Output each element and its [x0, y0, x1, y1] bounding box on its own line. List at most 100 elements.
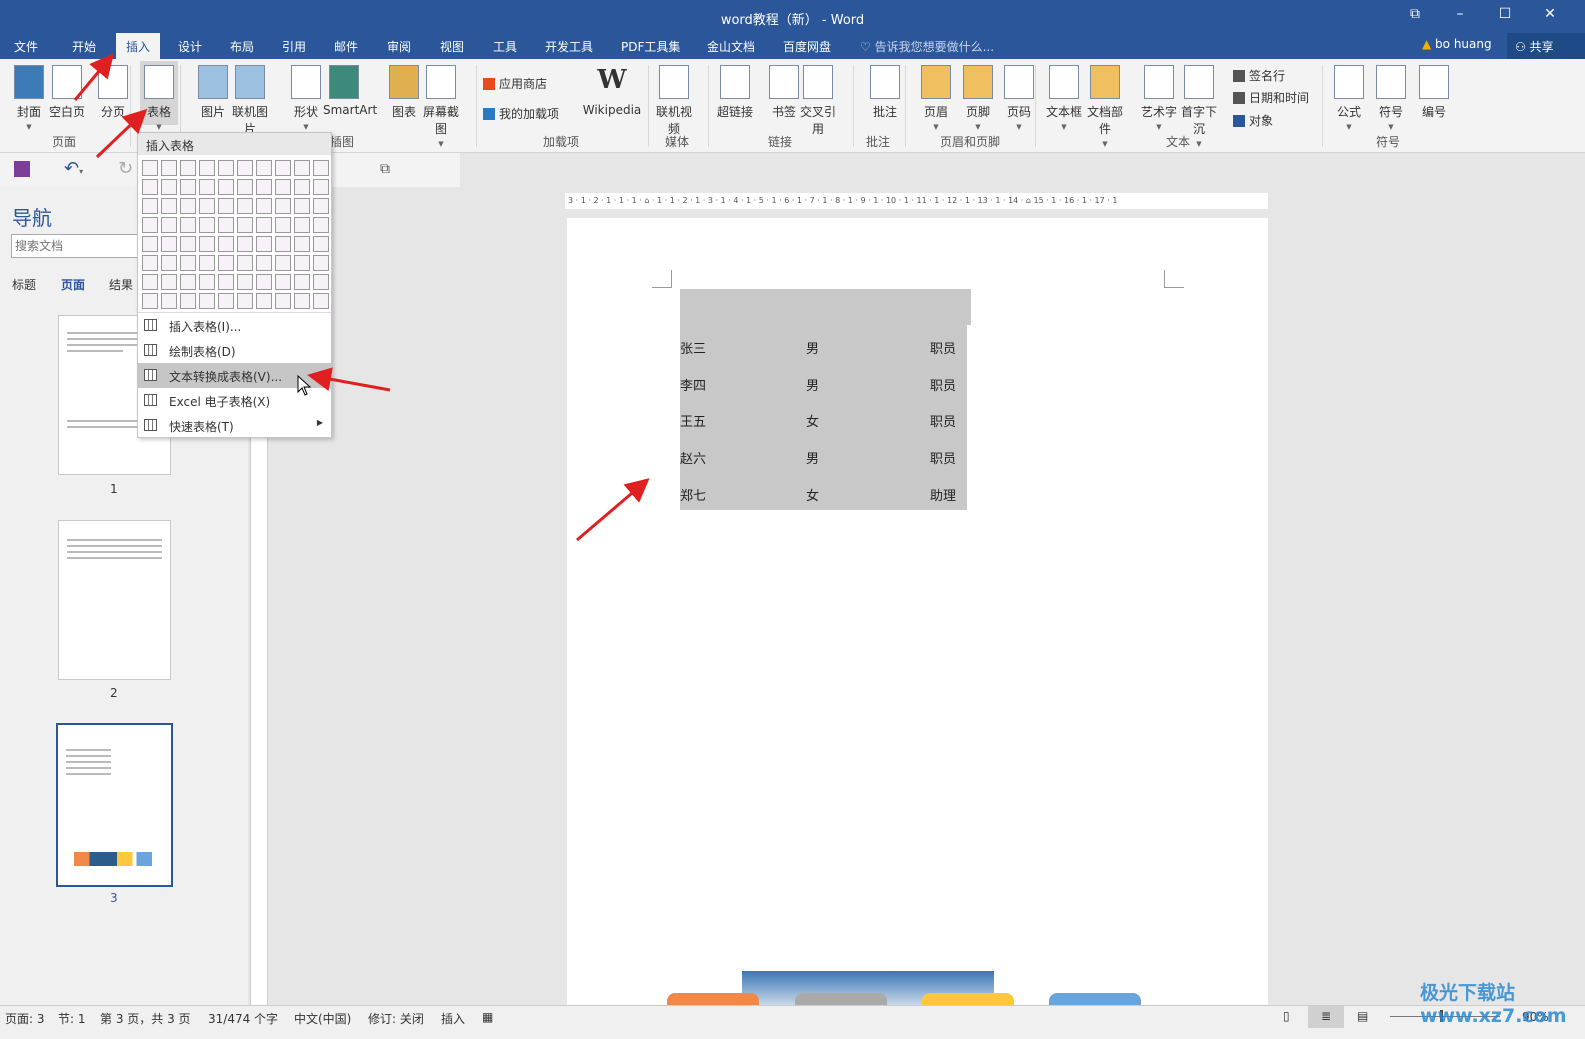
grid-cell[interactable] [237, 160, 253, 176]
status-item-0[interactable]: 页面: 3 [5, 1010, 45, 1027]
table-cell[interactable]: 张三 [680, 338, 706, 357]
grid-cell[interactable] [237, 255, 253, 271]
search-document-input[interactable] [11, 234, 151, 258]
menu-item-3[interactable]: Excel 电子表格(X) [138, 388, 331, 413]
tab-5[interactable]: 引用 [282, 38, 306, 55]
grid-cell[interactable] [275, 274, 291, 290]
grid-cell[interactable] [218, 179, 234, 195]
grid-cell[interactable] [275, 293, 291, 309]
grid-cell[interactable] [161, 198, 177, 214]
button-14[interactable]: 交叉引用 [797, 65, 839, 137]
grid-cell[interactable] [275, 198, 291, 214]
tab-6[interactable]: 邮件 [334, 38, 358, 55]
button-23[interactable]: 公式 ▼ [1333, 65, 1365, 131]
save-icon[interactable] [14, 161, 30, 177]
minimize-button[interactable]: – [1445, 6, 1475, 22]
grid-cell[interactable] [237, 274, 253, 290]
tab-9[interactable]: 工具 [493, 38, 517, 55]
status-item-3[interactable]: 31/474 个字 [208, 1010, 278, 1027]
nav-tab-pages[interactable]: 页面 [61, 276, 85, 293]
table-cell[interactable]: 助理 [930, 485, 956, 504]
grid-cell[interactable] [142, 217, 158, 233]
table-cell[interactable]: 职员 [930, 448, 956, 467]
tab-8[interactable]: 视图 [440, 38, 464, 55]
grid-cell[interactable] [180, 198, 196, 214]
grid-cell[interactable] [180, 255, 196, 271]
status-item-6[interactable]: 插入 [441, 1010, 465, 1027]
maximize-button[interactable]: ☐ [1490, 6, 1520, 22]
grid-cell[interactable] [294, 293, 310, 309]
button-0[interactable]: 封面 ▼ [8, 65, 50, 131]
status-item-1[interactable]: 节: 1 [58, 1010, 86, 1027]
grid-cell[interactable] [180, 217, 196, 233]
tell-me-search[interactable]: ♡ 告诉我您想要做什么... [860, 38, 994, 55]
table-cell[interactable]: 职员 [930, 375, 956, 394]
page-thumbnail-2[interactable] [58, 520, 171, 680]
grid-cell[interactable] [161, 217, 177, 233]
grid-cell[interactable] [256, 179, 272, 195]
grid-cell[interactable] [142, 160, 158, 176]
small-button-4[interactable]: 对象 [1233, 112, 1273, 129]
grid-cell[interactable] [199, 255, 215, 271]
close-button[interactable]: ✕ [1535, 6, 1565, 22]
table-cell[interactable]: 女 [806, 485, 819, 504]
grid-cell[interactable] [142, 255, 158, 271]
button-25[interactable]: 编号 [1418, 65, 1450, 120]
grid-cell[interactable] [218, 160, 234, 176]
button-21[interactable]: 艺术字 ▼ [1138, 65, 1180, 131]
grid-cell[interactable] [237, 198, 253, 214]
selected-text-table[interactable] [680, 289, 971, 510]
grid-cell[interactable] [180, 160, 196, 176]
grid-cell[interactable] [237, 293, 253, 309]
button-4[interactable]: 图片 [192, 65, 234, 120]
tab-2[interactable]: 插入 [116, 33, 161, 59]
tab-11[interactable]: PDF工具集 [621, 38, 680, 55]
grid-cell[interactable] [313, 274, 329, 290]
grid-cell[interactable] [161, 179, 177, 195]
grid-cell[interactable] [218, 217, 234, 233]
grid-cell[interactable] [142, 293, 158, 309]
print-layout-icon[interactable]: ≣ [1308, 1006, 1344, 1028]
grid-cell[interactable] [256, 160, 272, 176]
grid-cell[interactable] [199, 217, 215, 233]
tab-0[interactable]: 文件 [14, 38, 38, 55]
button-8[interactable]: 图表 [383, 65, 425, 120]
grid-cell[interactable] [313, 293, 329, 309]
grid-cell[interactable] [161, 236, 177, 252]
layout-icon[interactable]: ⧉ [380, 161, 390, 177]
menu-item-4[interactable]: 快速表格(T) ▶ [138, 413, 331, 438]
wikipedia-button[interactable]: W Wikipedia [582, 65, 642, 117]
grid-cell[interactable] [199, 198, 215, 214]
button-24[interactable]: 符号 ▼ [1375, 65, 1407, 131]
table-cell[interactable]: 职员 [930, 411, 956, 430]
button-2[interactable]: 分页 [92, 65, 134, 120]
page-thumbnail-3[interactable] [56, 723, 173, 887]
table-cell[interactable]: 郑七 [680, 485, 706, 504]
horizontal-ruler[interactable]: 3 · 1 · 2 · 1 · 1 · 1 · ⌂ · 1 · 1 · 2 · … [565, 193, 1268, 209]
tab-7[interactable]: 审阅 [387, 38, 411, 55]
read-mode-icon[interactable]: ▯ [1283, 1009, 1290, 1023]
button-18[interactable]: 页码 ▼ [998, 65, 1040, 131]
grid-cell[interactable] [199, 236, 215, 252]
grid-cell[interactable] [294, 255, 310, 271]
table-cell[interactable]: 男 [806, 338, 819, 357]
button-11[interactable]: 联机视频 [653, 65, 695, 137]
grid-cell[interactable] [256, 236, 272, 252]
menu-item-2[interactable]: 文本转换成表格(V)... [138, 363, 331, 388]
undo-icon[interactable]: ↶▾ [64, 158, 83, 179]
grid-cell[interactable] [161, 160, 177, 176]
grid-cell[interactable] [237, 236, 253, 252]
button-7[interactable]: SmartArt [323, 65, 377, 117]
grid-cell[interactable] [237, 179, 253, 195]
grid-cell[interactable] [142, 179, 158, 195]
tab-10[interactable]: 开发工具 [545, 38, 593, 55]
button-17[interactable]: 页脚 ▼ [957, 65, 999, 131]
grid-cell[interactable] [218, 274, 234, 290]
grid-cell[interactable] [218, 198, 234, 214]
table-cell[interactable]: 女 [806, 411, 819, 430]
table-cell[interactable]: 男 [806, 448, 819, 467]
grid-cell[interactable] [275, 236, 291, 252]
macro-record-icon[interactable]: ▦ [482, 1010, 493, 1024]
grid-cell[interactable] [256, 217, 272, 233]
grid-cell[interactable] [180, 236, 196, 252]
